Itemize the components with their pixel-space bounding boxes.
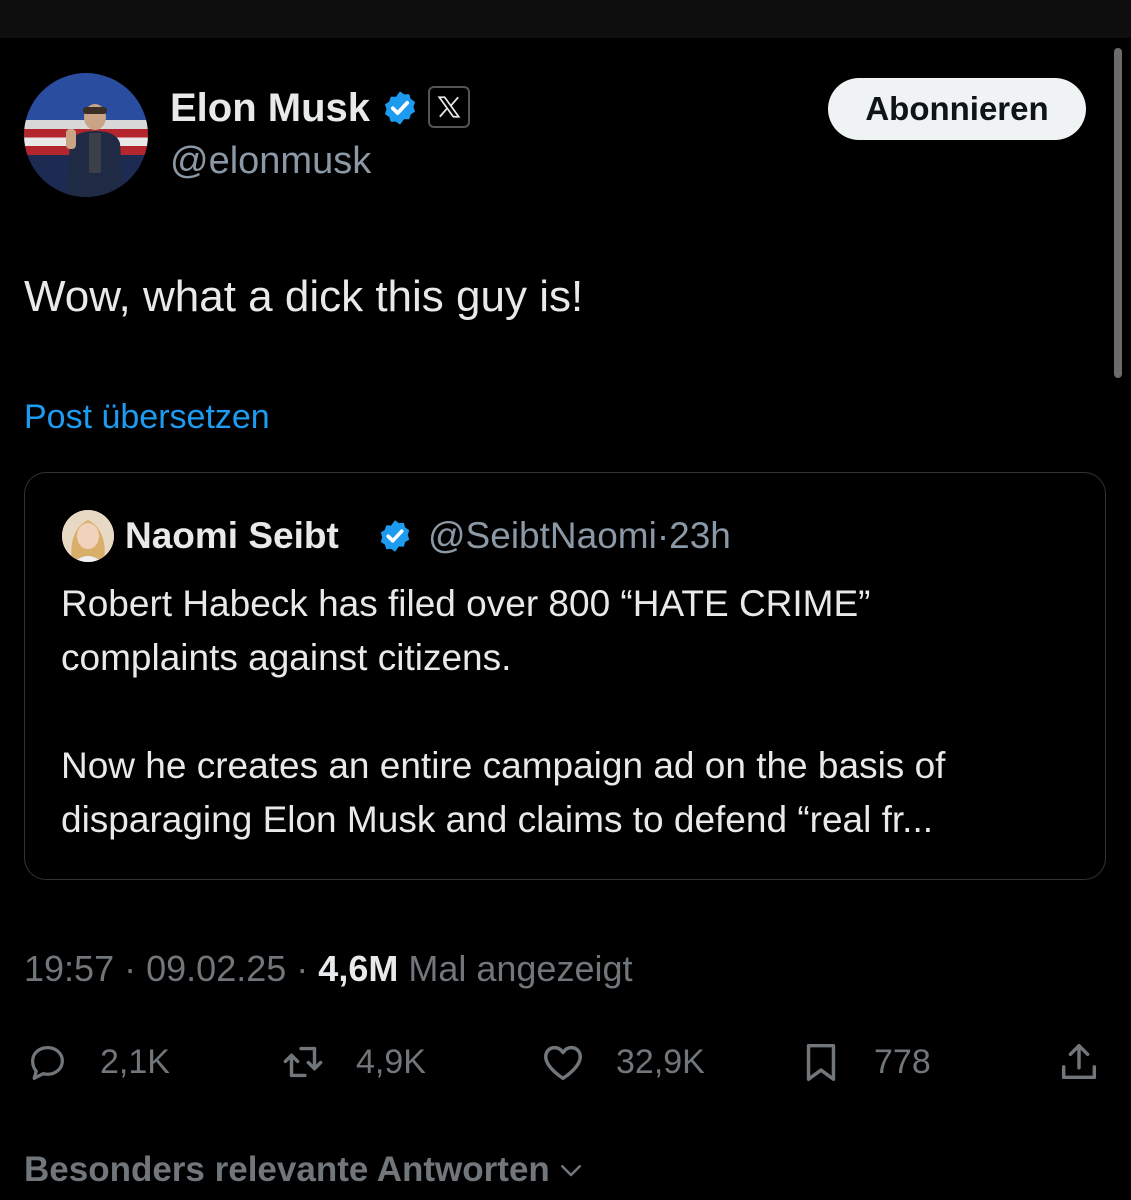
scrollbar[interactable] [1114,48,1122,378]
view-count: 4,6M [318,948,399,989]
quoted-handle[interactable]: @SeibtNaomi [428,515,657,556]
chevron-down-icon [560,1165,581,1177]
like-button[interactable]: 32,9K [540,1036,705,1088]
post-time[interactable]: 19:57 [24,948,114,989]
top-bar [0,0,1131,38]
quoted-text-line: Now he creates an entire campaign ad on … [61,745,946,786]
follow-button[interactable]: Abonnieren [828,78,1086,140]
quoted-handle-and-time[interactable]: @SeibtNaomi·23h [428,515,731,557]
quoted-text-line: disparaging Elon Musk and claims to defe… [61,799,934,840]
like-count: 32,9K [616,1042,705,1081]
repost-icon [283,1046,323,1078]
reply-button[interactable]: 2,1K [24,1036,170,1088]
bookmark-count: 778 [874,1042,931,1081]
post-date[interactable]: 09.02.25 [146,948,286,989]
avatar-person-image [66,104,124,197]
meta-separator: · [296,948,309,989]
author-handle[interactable]: @elonmusk [170,140,371,183]
reply-icon [30,1045,64,1080]
quoted-author-avatar[interactable] [62,510,114,562]
meta-separator: · [124,948,137,989]
share-button[interactable] [1056,1036,1102,1088]
reply-count: 2,1K [100,1042,170,1081]
replies-sort-dropdown[interactable]: Besonders relevante Antworten [24,1150,586,1190]
quoted-text-line: complaints against citizens. [61,637,512,678]
author-avatar[interactable] [24,73,148,197]
bookmark-icon [806,1043,836,1081]
repost-count: 4,9K [356,1042,426,1081]
x-affiliate-badge[interactable] [428,86,470,128]
x-logo-icon [437,96,461,118]
quoted-author-name[interactable]: Naomi Seibt [125,515,339,557]
post-text: Wow, what a dick this guy is! [24,272,584,321]
verified-badge-icon [384,91,416,125]
quoted-separator: · [656,515,670,556]
heart-icon [544,1045,582,1081]
quoted-avatar-image [62,510,114,562]
post-metadata: 19:57 · 09.02.25 · 4,6M Mal angezeigt [24,948,633,990]
bookmark-button[interactable]: 778 [798,1036,931,1088]
quoted-text-line: Robert Habeck has filed over 800 “HATE C… [61,583,871,624]
view-count-label: Mal angezeigt [408,948,633,989]
repost-button[interactable]: 4,9K [280,1036,426,1088]
share-icon [1061,1043,1097,1080]
translate-post-link[interactable]: Post übersetzen [24,398,270,437]
quoted-time[interactable]: 23h [669,515,731,556]
quoted-verified-badge-icon [380,520,410,552]
replies-sort-label: Besonders relevante Antworten [24,1150,550,1189]
author-name[interactable]: Elon Musk [170,86,370,131]
